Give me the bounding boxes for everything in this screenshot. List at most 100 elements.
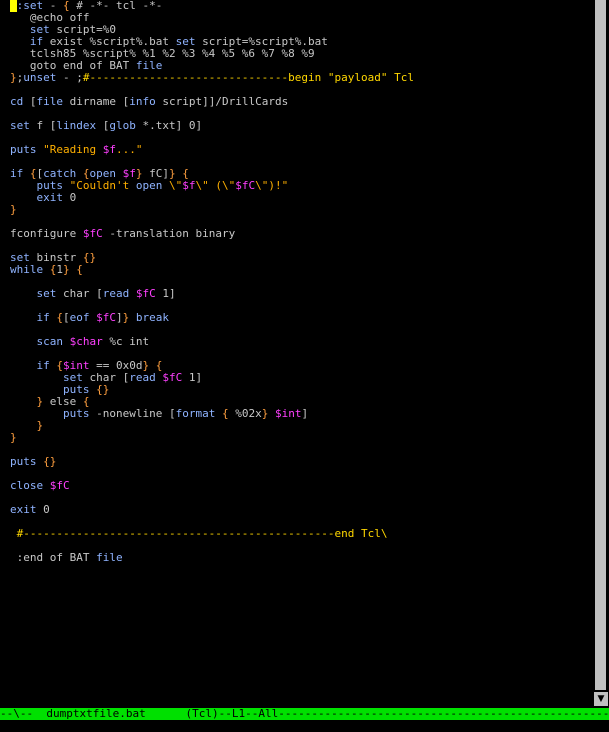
modeline-gap	[146, 708, 186, 720]
code-token: $fC	[235, 179, 256, 192]
minibuffer[interactable]	[0, 720, 609, 732]
vertical-scrollbar[interactable]: ▼	[593, 0, 609, 707]
code-token: \" (\"	[195, 179, 236, 192]
code-token: 0	[36, 503, 50, 516]
code-token: if	[36, 311, 50, 324]
code-token: file	[36, 95, 64, 108]
modeline-sep: --	[218, 708, 232, 720]
code-token: puts	[62, 407, 90, 420]
code-token: open	[135, 179, 163, 192]
code-line[interactable]: }	[10, 204, 414, 216]
code-token: 1]	[182, 371, 203, 384]
code-token: dirname [	[63, 95, 130, 108]
code-token: *.txt] 0]	[135, 119, 203, 132]
code-token: :end of BAT	[10, 551, 97, 564]
code-line[interactable]: :end of BAT file	[10, 552, 414, 564]
code-line[interactable]: close $fC	[10, 480, 414, 492]
modeline-prefix: --\--	[0, 708, 47, 720]
code-line[interactable]: puts "Reading $f..."	[10, 144, 414, 156]
code-token: unset	[23, 71, 57, 84]
code-token: %c int	[102, 335, 150, 348]
code-area[interactable]: :set - { # -*- tcl -*- @echo off set scr…	[10, 0, 414, 564]
code-line[interactable]: while {1} {	[10, 264, 414, 276]
code-token: script]]/DrillCards	[155, 95, 289, 108]
code-line[interactable]: set char [read $fC 1]	[10, 288, 414, 300]
left-fringe	[0, 0, 8, 707]
code-line[interactable]: exit 0	[10, 192, 414, 204]
code-token: {	[56, 311, 63, 324]
scrollbar-thumb[interactable]	[595, 0, 606, 690]
code-token: [	[23, 95, 37, 108]
modeline-buffer-name[interactable]: dumptxtfile.bat	[46, 708, 145, 720]
code-line[interactable]: if {[eof $fC]} break	[10, 312, 414, 324]
code-token: read	[129, 371, 156, 384]
code-token: {}	[43, 455, 57, 468]
code-token: scan	[36, 335, 64, 348]
code-line[interactable]	[10, 468, 414, 480]
code-line[interactable]: set f [lindex [glob *.txt] 0]	[10, 120, 414, 132]
code-token: ]	[301, 407, 309, 420]
code-token: {}	[82, 251, 97, 264]
code-token: f [	[29, 119, 57, 132]
code-token: read	[102, 287, 130, 300]
code-token: info	[129, 95, 156, 108]
code-token: -nonewline [	[89, 407, 176, 420]
code-token: \"	[168, 179, 183, 192]
code-token: -translation binary	[102, 227, 236, 240]
code-line[interactable]: #---------------------------------------…	[10, 528, 414, 540]
code-token: }	[63, 263, 70, 276]
scroll-down-arrow-icon[interactable]: ▼	[594, 692, 608, 706]
code-token: $int	[274, 407, 302, 420]
code-token: exit	[36, 191, 64, 204]
code-token: lindex	[56, 119, 97, 132]
code-line[interactable]: };unset - ;#----------------------------…	[10, 72, 414, 84]
code-line[interactable]: }	[10, 432, 414, 444]
emacs-frame: :set - { # -*- tcl -*- @echo off set scr…	[0, 0, 609, 732]
code-token: break	[135, 311, 169, 324]
code-line[interactable]: puts -nonewline [format { %02x} $int]	[10, 408, 414, 420]
code-line[interactable]: fconfigure $fC -translation binary	[10, 228, 414, 240]
code-token: 1	[56, 263, 63, 276]
code-token: 1]	[155, 287, 176, 300]
code-token: glob	[109, 119, 136, 132]
code-token: [	[63, 311, 70, 324]
code-token: {	[76, 263, 83, 276]
code-token: #------------------------------begin "pa…	[82, 71, 415, 84]
code-line[interactable]: cd [file dirname [info script]]/DrillCar…	[10, 96, 414, 108]
code-line[interactable]: }	[10, 420, 414, 432]
code-token: $fC	[162, 371, 183, 384]
code-line[interactable]: puts {}	[10, 456, 414, 468]
modeline-sep: --	[245, 708, 259, 720]
editor-buffer[interactable]: :set - { # -*- tcl -*- @echo off set scr…	[0, 0, 593, 707]
mode-line: --\-- dumptxtfile.bat (Tcl)--L1--All----…	[0, 708, 609, 720]
code-token: \")!"	[255, 179, 289, 192]
code-token: $fC	[82, 227, 103, 240]
code-token: #---------------------------------------…	[16, 527, 388, 540]
modeline-scroll-position: All	[258, 708, 279, 720]
code-token: 0	[63, 191, 77, 204]
code-token: {}	[96, 383, 110, 396]
code-token: ]	[116, 311, 123, 324]
code-token: set	[36, 287, 57, 300]
code-line[interactable]	[10, 492, 414, 504]
code-token: }	[36, 419, 44, 432]
code-token: [	[96, 119, 110, 132]
modeline-major-mode[interactable]: (Tcl)	[185, 708, 218, 720]
code-token: "Reading	[43, 143, 103, 156]
code-token: char [	[56, 287, 103, 300]
code-line[interactable]	[10, 444, 414, 456]
code-token: $fC	[135, 287, 156, 300]
code-token: - ;	[56, 71, 83, 84]
code-line[interactable]: exit 0	[10, 504, 414, 516]
code-token: $fC	[96, 311, 116, 324]
text-cursor	[10, 0, 17, 12]
code-line[interactable]: scan $char %c int	[10, 336, 414, 348]
